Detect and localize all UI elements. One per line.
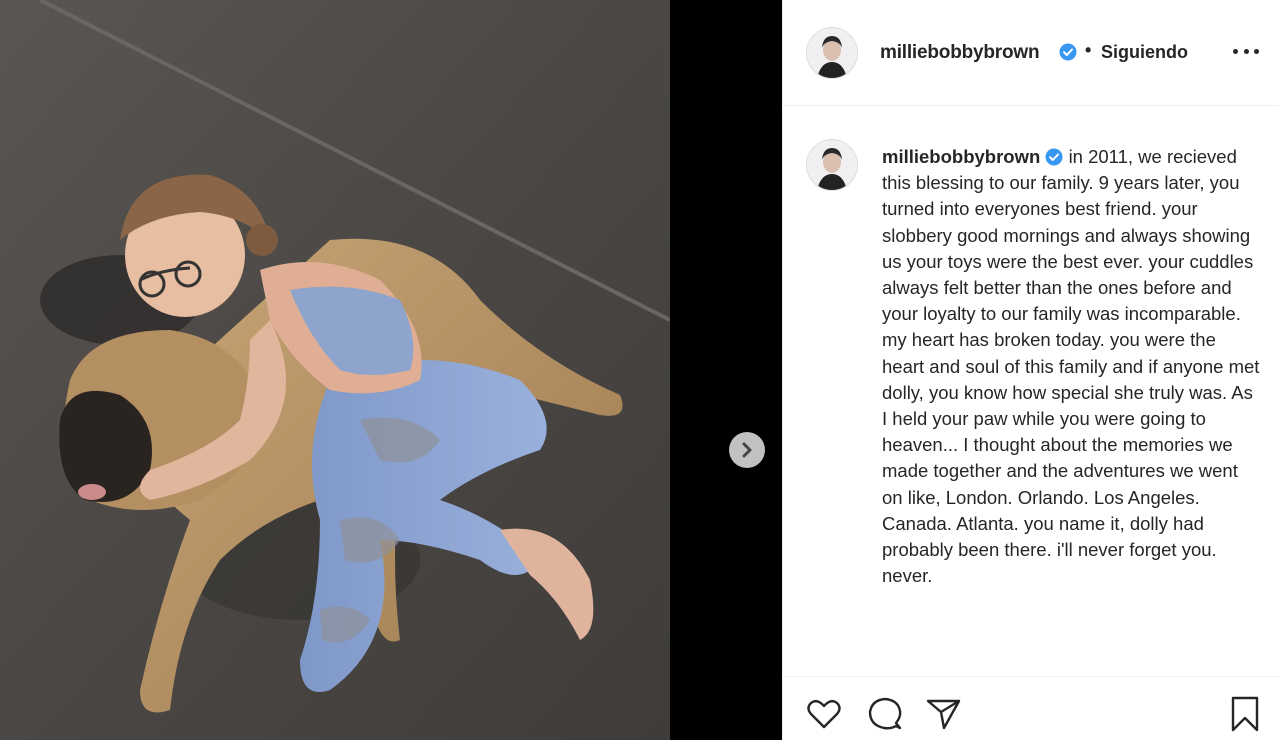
heart-icon: [807, 699, 841, 729]
more-options-icon: [1243, 48, 1249, 54]
post-author-username[interactable]: milliebobbybrown: [880, 42, 1040, 64]
following-button[interactable]: Siguiendo: [1101, 42, 1188, 63]
post-media: [0, 0, 782, 740]
post-header: milliebobbybrown • Siguiendo: [783, 0, 1279, 106]
more-options-icon: [1254, 48, 1259, 54]
post-caption: milliebobbybrown in 2011, we recieved th…: [882, 144, 1262, 589]
save-button[interactable]: [1226, 695, 1264, 733]
caption-text: in 2011, we recieved this blessing to ou…: [882, 146, 1260, 587]
share-button[interactable]: [925, 695, 963, 733]
verified-badge-icon: [1059, 43, 1077, 63]
post-side-panel: milliebobbybrown • Siguiendo milliebobby…: [782, 0, 1279, 740]
paper-plane-icon: [926, 699, 961, 730]
verified-badge-icon: [1045, 146, 1063, 167]
more-options-button[interactable]: [1233, 44, 1259, 58]
avatar[interactable]: [807, 28, 857, 78]
like-button[interactable]: [805, 695, 843, 733]
action-bar: [783, 676, 1279, 740]
next-image-button[interactable]: [729, 432, 765, 468]
bookmark-icon: [1231, 696, 1259, 732]
avatar-image: [807, 140, 857, 190]
caption-section: milliebobbybrown in 2011, we recieved th…: [783, 106, 1279, 676]
separator-dot: •: [1085, 40, 1092, 60]
more-options-icon: [1233, 48, 1238, 54]
chevron-right-icon: [742, 442, 752, 458]
comment-button[interactable]: [866, 695, 904, 733]
avatar[interactable]: [807, 140, 857, 190]
comment-bubble-icon: [868, 697, 902, 730]
avatar-image: [807, 28, 857, 78]
post-photo: [0, 0, 670, 740]
caption-username[interactable]: milliebobbybrown: [882, 146, 1040, 167]
